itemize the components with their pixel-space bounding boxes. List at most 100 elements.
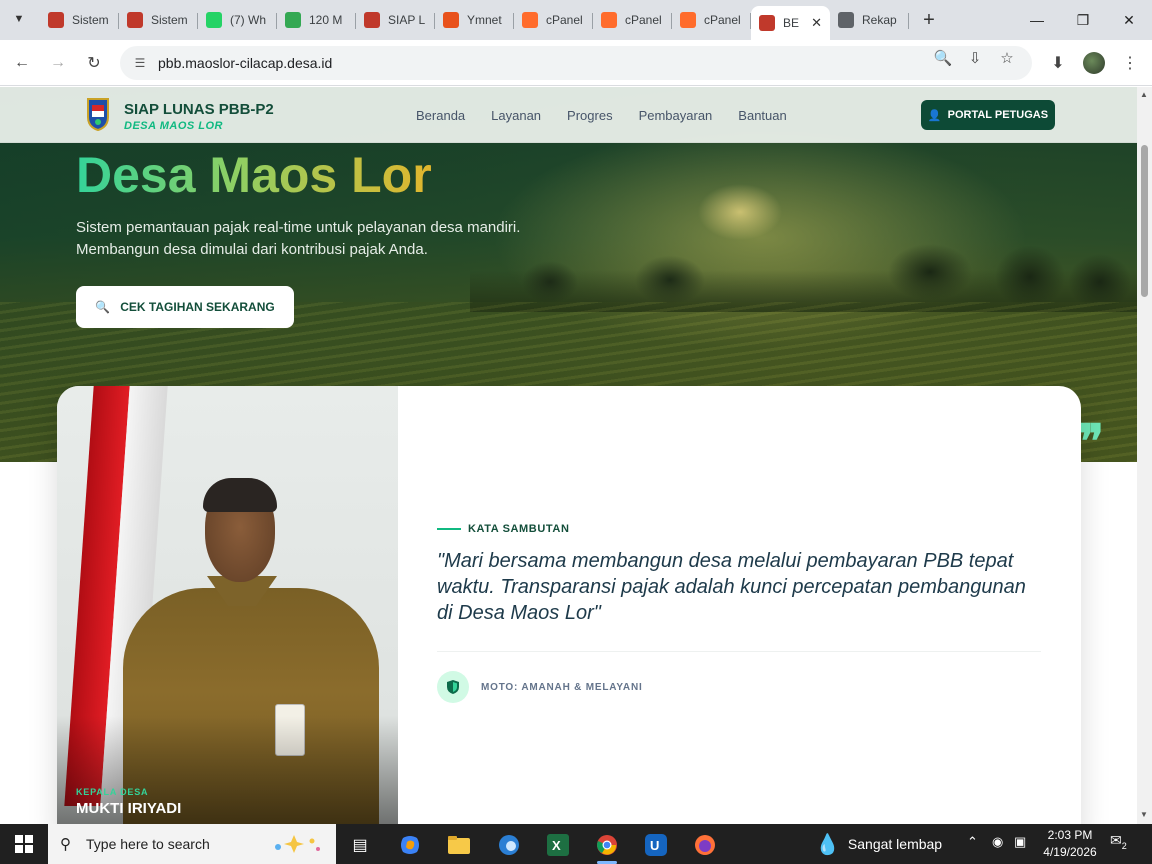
person-hair <box>203 478 277 512</box>
browser-tab[interactable]: SIAP L <box>356 6 435 34</box>
scrollbar-thumb[interactable] <box>1141 145 1148 297</box>
clock-time: 2:03 PM <box>1047 828 1093 842</box>
start-button[interactable] <box>0 824 48 864</box>
close-window-button[interactable]: ✕ <box>1106 0 1152 40</box>
browser-tab[interactable]: (7) Wh <box>198 6 277 34</box>
check-bill-button[interactable]: 🔍 CEK TAGIHAN SEKARANG <box>76 286 294 328</box>
network-icon[interactable]: ▣ <box>1014 834 1026 850</box>
search-icon: 🔍 <box>95 300 111 314</box>
edge-browser-icon[interactable] <box>489 828 529 862</box>
downloads-icon[interactable]: ⬇ <box>1046 51 1070 75</box>
page-scrollbar[interactable]: ▲ ▼ <box>1137 87 1152 824</box>
app-u-icon[interactable]: U <box>636 828 676 862</box>
hero-title: Desa Maos Lor <box>76 147 432 203</box>
tab-title: BE <box>783 16 800 30</box>
browser-tab[interactable]: cPanel <box>672 6 751 34</box>
back-button[interactable]: ← <box>10 51 34 75</box>
site-info-icon[interactable]: ☰ <box>132 55 148 71</box>
forward-button[interactable]: → <box>46 51 70 75</box>
tab-title: cPanel <box>704 13 741 27</box>
tab-favicon-icon <box>364 12 380 28</box>
tab-title: Ymnet <box>467 13 502 27</box>
url-text[interactable]: pbb.maoslor-cilacap.desa.id <box>158 55 332 71</box>
tab-title: SIAP L <box>388 13 426 27</box>
browser-tab[interactable]: Sistem <box>119 6 198 34</box>
divider <box>437 651 1041 652</box>
tab-favicon-icon <box>601 12 617 28</box>
tab-title: Sistem <box>72 13 109 27</box>
new-tab-button[interactable]: + <box>915 6 943 34</box>
motto-text: MOTO: AMANAH & MELAYANI <box>481 682 643 693</box>
scroll-up-icon[interactable]: ▲ <box>1140 90 1148 99</box>
browser-tab[interactable]: Sistem <box>40 6 119 34</box>
copilot-icon[interactable] <box>390 828 430 862</box>
firefox-icon[interactable] <box>685 828 725 862</box>
chrome-icon[interactable] <box>587 828 627 864</box>
windows-taskbar: ⚲ Type here to search ▤ X U 💧 Sangat lem… <box>0 824 1152 864</box>
browser-tab[interactable]: BE ✕ <box>751 6 830 40</box>
tab-title: 120 M <box>309 13 343 27</box>
leader-name: MUKTI IRIYADI <box>76 800 182 817</box>
reload-button[interactable]: ↻ <box>82 51 106 75</box>
minimize-button[interactable]: — <box>1014 0 1060 40</box>
browser-tab[interactable]: Rekap <box>830 6 909 34</box>
portal-petugas-button[interactable]: 👤 PORTAL PETUGAS <box>921 100 1055 130</box>
meet-now-icon[interactable]: ◉ <box>992 834 1003 850</box>
browser-tab[interactable]: Ymnet <box>435 6 514 34</box>
nav-link-progres[interactable]: Progres <box>567 108 613 123</box>
install-app-icon[interactable]: ⇩ <box>966 49 984 67</box>
village-head-photo: KEPALA DESA MUKTI IRIYADI <box>57 386 398 824</box>
menu-kebab-icon[interactable]: ⋮ <box>1118 51 1142 75</box>
zoom-icon[interactable]: 🔍 <box>934 49 953 67</box>
main-nav: Beranda Layanan Progres Pembayaran Bantuan <box>416 108 813 123</box>
user-gear-icon: 👤 <box>927 109 942 122</box>
nav-link-bantuan[interactable]: Bantuan <box>738 108 786 123</box>
bookmark-star-icon[interactable]: ☆ <box>998 49 1016 67</box>
clock[interactable]: 2:03 PM 4/19/2026 <box>1032 827 1108 861</box>
browser-tab[interactable]: 120 M <box>277 6 356 34</box>
restore-button[interactable]: ❐ <box>1060 0 1106 40</box>
close-tab-icon[interactable]: ✕ <box>811 15 822 31</box>
search-highlight-icon <box>275 835 320 853</box>
notification-icon[interactable]: ✉2 <box>1110 832 1134 856</box>
brand-title[interactable]: SIAP LUNAS PBB-P2 <box>124 101 274 118</box>
hero-description: Sistem pemantauan pajak real-time untuk … <box>76 217 596 261</box>
tab-search-button[interactable]: ▼ <box>8 8 30 30</box>
site-header: SIAP LUNAS PBB-P2 DESA MAOS LOR Beranda L… <box>0 87 1137 143</box>
tab-favicon-icon <box>48 12 64 28</box>
search-icon: ⚲ <box>60 836 71 853</box>
village-logo-icon[interactable] <box>86 97 110 131</box>
nav-link-layanan[interactable]: Layanan <box>491 108 541 123</box>
weather-widget[interactable]: 💧 Sangat lembap <box>815 824 942 864</box>
file-explorer-icon[interactable] <box>439 828 479 862</box>
svg-text:X: X <box>552 838 561 853</box>
browser-tab[interactable]: cPanel <box>593 6 672 34</box>
browser-tab-strip: ▼ Sistem Sistem (7) Wh 120 M SIAP L Ymnet cPan… <box>0 0 1152 40</box>
profile-avatar[interactable] <box>1083 52 1105 74</box>
tab-title: Rekap <box>862 13 897 27</box>
hero-description-line-1: Sistem pemantauan pajak real-time untuk … <box>76 219 521 236</box>
tab-favicon-icon <box>759 15 775 31</box>
address-bar[interactable]: ☰ pbb.maoslor-cilacap.desa.id <box>120 46 1032 80</box>
search-placeholder: Type here to search <box>86 836 210 852</box>
scroll-down-icon[interactable]: ▼ <box>1140 810 1148 819</box>
svg-text:U: U <box>650 838 659 853</box>
leader-role: KEPALA DESA <box>76 787 149 797</box>
browser-toolbar: ← → ↻ ☰ pbb.maoslor-cilacap.desa.id 🔍 ⇩ … <box>0 40 1152 86</box>
tab-separator <box>908 13 909 29</box>
excel-icon[interactable]: X <box>538 828 578 862</box>
task-view-icon[interactable]: ▤ <box>340 828 380 862</box>
tab-favicon-icon <box>680 12 696 28</box>
windows-logo-icon <box>15 835 33 853</box>
tab-list: Sistem Sistem (7) Wh 120 M SIAP L Ymnet cPanel… <box>40 6 943 40</box>
tab-title: cPanel <box>546 13 583 27</box>
nav-link-beranda[interactable]: Beranda <box>416 108 465 123</box>
water-drop-icon: 💧 <box>815 833 840 856</box>
nav-link-pembayaran[interactable]: Pembayaran <box>639 108 713 123</box>
taskbar-search[interactable]: ⚲ Type here to search <box>48 824 336 864</box>
tab-favicon-icon <box>206 12 222 28</box>
browser-tab[interactable]: cPanel <box>514 6 593 34</box>
chevron-up-icon[interactable]: ⌃ <box>967 834 978 850</box>
quote-mark-icon: ❞ <box>1079 414 1104 468</box>
shield-icon <box>437 671 469 703</box>
